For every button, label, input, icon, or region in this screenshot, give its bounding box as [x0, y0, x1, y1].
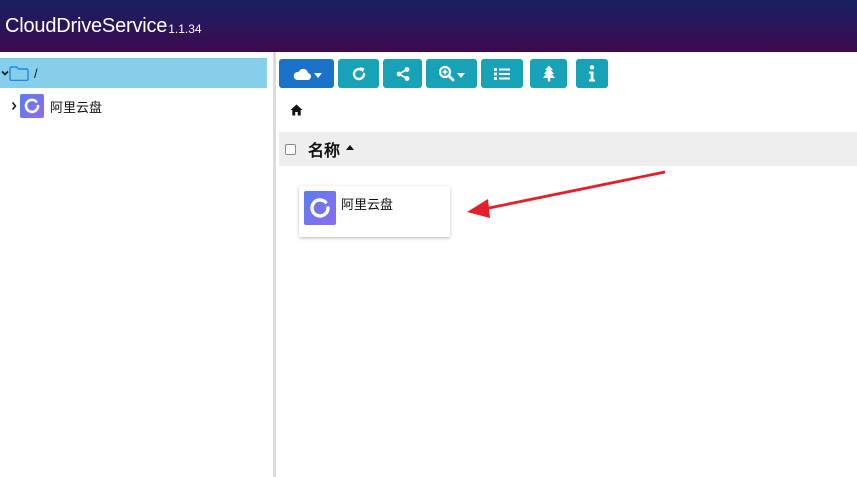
list-icon: [494, 67, 510, 81]
cloud-icon: [292, 67, 312, 81]
select-all-checkbox[interactable]: [285, 143, 296, 155]
app-title: CloudDriveService: [5, 14, 168, 37]
refresh-button[interactable]: [338, 59, 379, 88]
toolbar: [279, 59, 612, 88]
sort-ascending-icon[interactable]: [346, 144, 355, 150]
tree-node-aliyun[interactable]: 阿里云盘: [8, 93, 102, 119]
share-icon: [395, 66, 411, 82]
aliyun-drive-icon: [20, 94, 44, 118]
tree-icon: [542, 65, 556, 82]
tree-node-root-label: /: [34, 65, 38, 81]
info-button[interactable]: [576, 59, 608, 88]
sidebar-tree: / 阿里云盘: [0, 52, 276, 477]
refresh-icon: [351, 66, 367, 82]
zoom-dropdown-button[interactable]: [426, 59, 477, 88]
main-panel: 名称 阿里云盘: [279, 52, 857, 477]
zoom-icon: [438, 65, 455, 82]
cloud-dropdown-button[interactable]: [279, 59, 334, 88]
chevron-down-icon[interactable]: [0, 58, 9, 88]
tree-view-button[interactable]: [530, 59, 567, 88]
breadcrumb: [290, 102, 303, 118]
chevron-right-icon[interactable]: [8, 101, 20, 111]
app-header: CloudDriveService 1.1.34: [0, 0, 857, 52]
app-version: 1.1.34: [168, 22, 202, 36]
aliyun-drive-icon: [304, 191, 336, 225]
caret-down-icon: [313, 72, 322, 78]
file-list-header: 名称: [279, 132, 857, 166]
list-view-button[interactable]: [481, 59, 523, 88]
home-icon[interactable]: [290, 104, 303, 116]
share-button[interactable]: [383, 59, 422, 88]
file-item-aliyun[interactable]: 阿里云盘: [299, 186, 450, 237]
tree-node-aliyun-label: 阿里云盘: [50, 99, 103, 115]
info-icon: [588, 65, 596, 82]
folder-icon: [9, 65, 29, 81]
caret-down-icon: [457, 72, 465, 78]
name-column-header[interactable]: 名称: [308, 137, 340, 161]
tree-node-root[interactable]: /: [0, 58, 267, 88]
file-item-name: 阿里云盘: [341, 197, 394, 212]
